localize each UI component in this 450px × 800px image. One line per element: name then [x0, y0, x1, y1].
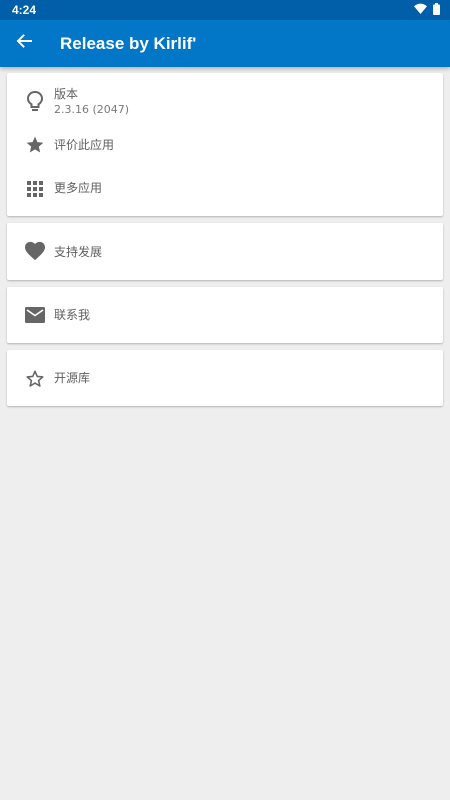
about-card: 版本 2.3.16 (2047) 评价此应用 更多应用	[7, 73, 443, 216]
support-card: 支持发展	[7, 223, 443, 280]
email-icon	[24, 304, 46, 326]
status-bar: 4:24	[0, 0, 450, 20]
status-icons	[414, 2, 440, 18]
more-apps-row[interactable]: 更多应用	[7, 173, 443, 216]
version-row[interactable]: 版本 2.3.16 (2047)	[7, 73, 443, 130]
version-value: 2.3.16 (2047)	[54, 103, 130, 116]
page-title: Release by Kirlif'	[60, 34, 197, 53]
apps-grid-icon	[24, 178, 46, 200]
open-source-libraries-label: 开源库	[54, 371, 91, 385]
libraries-card: 开源库	[7, 350, 443, 406]
support-development-row[interactable]: 支持发展	[7, 223, 443, 280]
arrow-left-icon	[16, 33, 32, 53]
lightbulb-icon	[24, 90, 46, 112]
contact-card: 联系我	[7, 287, 443, 343]
open-source-libraries-row[interactable]: 开源库	[7, 350, 443, 406]
rate-app-row[interactable]: 评价此应用	[7, 130, 443, 173]
rate-app-label: 评价此应用	[54, 138, 115, 152]
heart-icon	[24, 240, 46, 262]
contact-me-row[interactable]: 联系我	[7, 287, 443, 343]
status-time: 4:24	[12, 3, 37, 17]
support-development-label: 支持发展	[54, 245, 103, 259]
star-icon	[24, 134, 46, 156]
more-apps-label: 更多应用	[54, 181, 103, 195]
version-label: 版本	[54, 87, 79, 101]
contact-me-label: 联系我	[54, 308, 91, 322]
star-outline-icon	[24, 368, 46, 390]
app-bar: Release by Kirlif'	[0, 20, 450, 67]
wifi-icon	[414, 3, 427, 17]
back-button[interactable]	[10, 29, 38, 57]
battery-icon	[433, 2, 440, 18]
